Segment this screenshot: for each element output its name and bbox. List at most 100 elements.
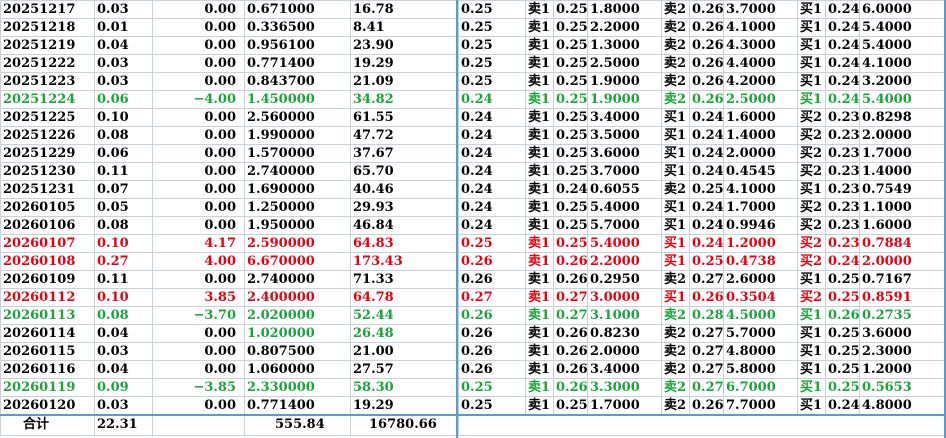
current-price-cell: 0.24 (458, 90, 526, 109)
level2-price: 0.24 (689, 216, 724, 235)
current-price-cell: 0.24 (458, 216, 526, 235)
level1-volume: 2.2000 (587, 18, 662, 37)
amount-cell: 52.44 (350, 306, 459, 325)
volume-cell: 0.06 (94, 144, 153, 163)
amount-cell: 27.57 (350, 360, 459, 379)
level3-price: 0.25 (825, 270, 860, 289)
level2-volume: 5.8000 (723, 360, 798, 379)
level2-price: 0.26 (689, 0, 724, 19)
level1-price: 0.25 (553, 108, 588, 127)
table-row: 20260109 0.11 0.00 2.740000 71.33 0.26 卖1 0.26 0… (0, 270, 946, 289)
level3-price: 0.26 (825, 306, 860, 325)
date-cell: 20251229 (0, 144, 95, 163)
amount-cell: 29.93 (350, 198, 459, 217)
level3-volume: 1.6000 (859, 216, 946, 235)
table-row: 20260105 0.05 0.00 1.250000 29.93 0.24 卖1 0.25 5… (0, 198, 946, 217)
level2-volume: 4.1000 (723, 180, 798, 199)
price-cell: 1.690000 (244, 180, 351, 199)
level2-label: 买1 (661, 126, 690, 145)
amount-cell: 46.84 (350, 216, 459, 235)
amount-cell: 47.72 (350, 126, 459, 145)
level1-label: 卖1 (525, 288, 554, 307)
volume-cell: 0.03 (94, 0, 153, 19)
level3-price: 0.25 (825, 378, 860, 397)
total-empty-cell (152, 414, 245, 436)
change-cell: −4.00 (152, 90, 245, 109)
level3-price: 0.25 (825, 288, 860, 307)
current-price-cell: 0.26 (458, 306, 526, 325)
level2-price: 0.24 (689, 108, 724, 127)
price-cell: 6.670000 (244, 252, 351, 271)
level1-price: 0.26 (553, 270, 588, 289)
current-price-cell: 0.25 (458, 18, 526, 37)
level1-volume: 3.3000 (587, 378, 662, 397)
level3-label: 买1 (797, 180, 826, 199)
level1-price: 0.26 (553, 342, 588, 361)
amount-cell: 173.43 (350, 252, 459, 271)
level3-price: 0.23 (825, 234, 860, 253)
level1-label: 卖1 (525, 198, 554, 217)
level2-label: 卖2 (661, 306, 690, 325)
level1-volume: 2.5000 (587, 54, 662, 73)
volume-cell: 0.10 (94, 234, 153, 253)
level2-volume: 2.0000 (723, 144, 798, 163)
level1-volume: 3.4000 (587, 108, 662, 127)
date-cell: 20251226 (0, 126, 95, 145)
price-cell: 1.020000 (244, 324, 351, 343)
total-row: 合计 22.31 555.84 16780.66 (0, 414, 946, 436)
level1-volume: 1.9000 (587, 90, 662, 109)
level3-price: 0.23 (825, 198, 860, 217)
level1-price: 0.25 (553, 198, 588, 217)
level2-volume: 4.8000 (723, 342, 798, 361)
level1-price: 0.25 (553, 216, 588, 235)
change-cell: 0.00 (152, 396, 245, 415)
level3-volume: 0.7884 (859, 234, 946, 253)
price-cell: 0.956100 (244, 36, 351, 55)
level3-price: 0.23 (825, 180, 860, 199)
level2-label: 买1 (661, 216, 690, 235)
level1-price: 0.25 (553, 396, 588, 415)
level2-label: 卖2 (661, 180, 690, 199)
table-row: 20251231 0.07 0.00 1.690000 40.46 0.24 卖1 0.24 0… (0, 180, 946, 199)
level2-volume: 4.5000 (723, 306, 798, 325)
level1-label: 卖1 (525, 234, 554, 253)
level2-label: 买1 (661, 234, 690, 253)
level1-label: 卖1 (525, 324, 554, 343)
level1-price: 0.24 (553, 180, 588, 199)
level1-volume: 5.4000 (587, 198, 662, 217)
level1-price: 0.25 (553, 162, 588, 181)
level1-price: 0.25 (553, 126, 588, 145)
level3-volume: 3.6000 (859, 324, 946, 343)
level1-label: 卖1 (525, 216, 554, 235)
level3-price: 0.24 (825, 54, 860, 73)
quote-table: 20251217 0.03 0.00 0.671000 16.78 0.25 卖1 0.25 1… (0, 0, 946, 436)
current-price-cell: 0.25 (458, 378, 526, 397)
total-amount: 16780.66 (350, 414, 459, 436)
level1-price: 0.25 (553, 54, 588, 73)
level3-label: 买1 (797, 270, 826, 289)
table-row: 20251226 0.08 0.00 1.990000 47.72 0.24 卖1 0.25 3… (0, 126, 946, 145)
price-cell: 0.671000 (244, 0, 351, 19)
current-price-cell: 0.25 (458, 396, 526, 415)
current-price-cell: 0.27 (458, 288, 526, 307)
level1-volume: 2.0000 (587, 342, 662, 361)
level1-price: 0.25 (553, 72, 588, 91)
level1-price: 0.25 (553, 90, 588, 109)
table-row: 20260112 0.10 3.85 2.400000 64.78 0.27 卖1 0.27 3… (0, 288, 946, 307)
amount-cell: 23.90 (350, 36, 459, 55)
level2-volume: 1.7000 (723, 198, 798, 217)
level2-price: 0.27 (689, 378, 724, 397)
level2-price: 0.25 (689, 252, 724, 271)
level1-price: 0.26 (553, 378, 588, 397)
volume-cell: 0.05 (94, 198, 153, 217)
price-cell: 1.450000 (244, 90, 351, 109)
price-cell: 1.250000 (244, 198, 351, 217)
level1-volume: 3.4000 (587, 360, 662, 379)
level1-price: 0.25 (553, 144, 588, 163)
level3-label: 买1 (797, 378, 826, 397)
date-cell: 20251217 (0, 0, 95, 19)
level2-price: 0.26 (689, 36, 724, 55)
date-cell: 20260114 (0, 324, 95, 343)
date-cell: 20260109 (0, 270, 95, 289)
level2-volume: 4.4000 (723, 54, 798, 73)
